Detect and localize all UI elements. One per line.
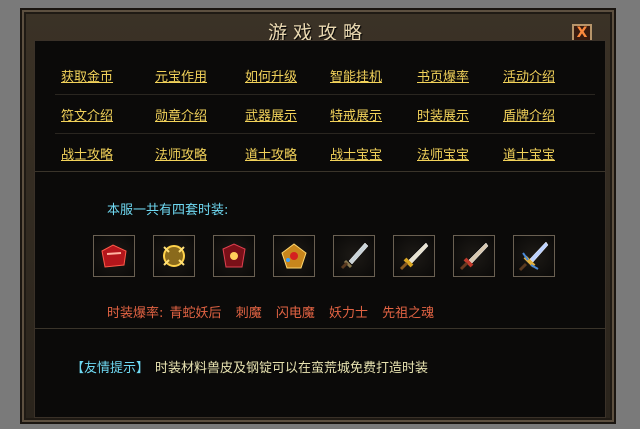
drop-source: 闪电魔 bbox=[275, 306, 315, 321]
link-shields[interactable]: 盾牌介绍 bbox=[503, 105, 555, 124]
divider bbox=[35, 171, 605, 172]
link-runes[interactable]: 符文介绍 bbox=[61, 105, 113, 124]
drop-source: 青蛇妖后 bbox=[169, 306, 222, 321]
dragon-blade-icon[interactable] bbox=[453, 235, 495, 277]
link-get-gold[interactable]: 获取金币 bbox=[61, 66, 113, 85]
link-warrior-pet[interactable]: 战士宝宝 bbox=[330, 144, 382, 163]
guide-row: 获取金币 元宝作用 如何升级 智能挂机 书页爆率 活动介绍 bbox=[55, 56, 595, 95]
silver-blade-icon[interactable] bbox=[333, 235, 375, 277]
link-special-rings[interactable]: 特戒展示 bbox=[330, 105, 382, 124]
link-taoist-pet[interactable]: 道士宝宝 bbox=[503, 144, 555, 163]
link-taoist-guide[interactable]: 道士攻略 bbox=[245, 144, 297, 163]
link-warrior-guide[interactable]: 战士攻略 bbox=[61, 144, 113, 163]
link-fashion[interactable]: 时装展示 bbox=[417, 105, 469, 124]
fashion-intro: 本服一共有四套时装: bbox=[107, 203, 229, 218]
drop-source: 刺魔 bbox=[235, 306, 262, 321]
guide-row: 符文介绍 勋章介绍 武器展示 特戒展示 时装展示 盾牌介绍 bbox=[55, 95, 595, 134]
drop-label: 时装爆率: bbox=[107, 306, 164, 321]
link-book-drop-rate[interactable]: 书页爆率 bbox=[417, 66, 469, 85]
link-weapons[interactable]: 武器展示 bbox=[245, 105, 297, 124]
drop-source: 先祖之魂 bbox=[382, 306, 435, 321]
tip-label: 【友情提示】 bbox=[71, 361, 150, 376]
link-auto-hunt[interactable]: 智能挂机 bbox=[330, 66, 382, 85]
crimson-armor-icon[interactable] bbox=[213, 235, 255, 277]
link-mage-pet[interactable]: 法师宝宝 bbox=[417, 144, 469, 163]
link-how-to-level[interactable]: 如何升级 bbox=[245, 66, 297, 85]
gold-armor-icon[interactable] bbox=[153, 235, 195, 277]
link-mage-guide[interactable]: 法师攻略 bbox=[155, 144, 207, 163]
tip-text: 时装材料兽皮及钢锭可以在蛮荒城免费打造时装 bbox=[155, 361, 429, 376]
friendly-tip: 【友情提示】 时装材料兽皮及钢锭可以在蛮荒城免费打造时装 bbox=[71, 357, 428, 376]
link-events[interactable]: 活动介绍 bbox=[503, 66, 555, 85]
drop-source: 妖力士 bbox=[329, 306, 369, 321]
winged-blade-icon[interactable] bbox=[513, 235, 555, 277]
guide-content: 获取金币 元宝作用 如何升级 智能挂机 书页爆率 活动介绍 符文介绍 勋章介绍 … bbox=[34, 40, 606, 418]
guide-link-grid: 获取金币 元宝作用 如何升级 智能挂机 书页爆率 活动介绍 符文介绍 勋章介绍 … bbox=[55, 56, 595, 172]
jeweled-armor-icon[interactable] bbox=[273, 235, 315, 277]
link-medals[interactable]: 勋章介绍 bbox=[155, 105, 207, 124]
fashion-drop-info: 时装爆率: 青蛇妖后 刺魔 闪电魔 妖力士 先祖之魂 bbox=[107, 302, 434, 321]
link-yuanbao-usage[interactable]: 元宝作用 bbox=[155, 66, 207, 85]
guide-row: 战士攻略 法师攻略 道士攻略 战士宝宝 法师宝宝 道士宝宝 bbox=[55, 134, 595, 172]
red-armor-icon[interactable] bbox=[93, 235, 135, 277]
golden-blade-icon[interactable] bbox=[393, 235, 435, 277]
divider bbox=[35, 328, 605, 329]
